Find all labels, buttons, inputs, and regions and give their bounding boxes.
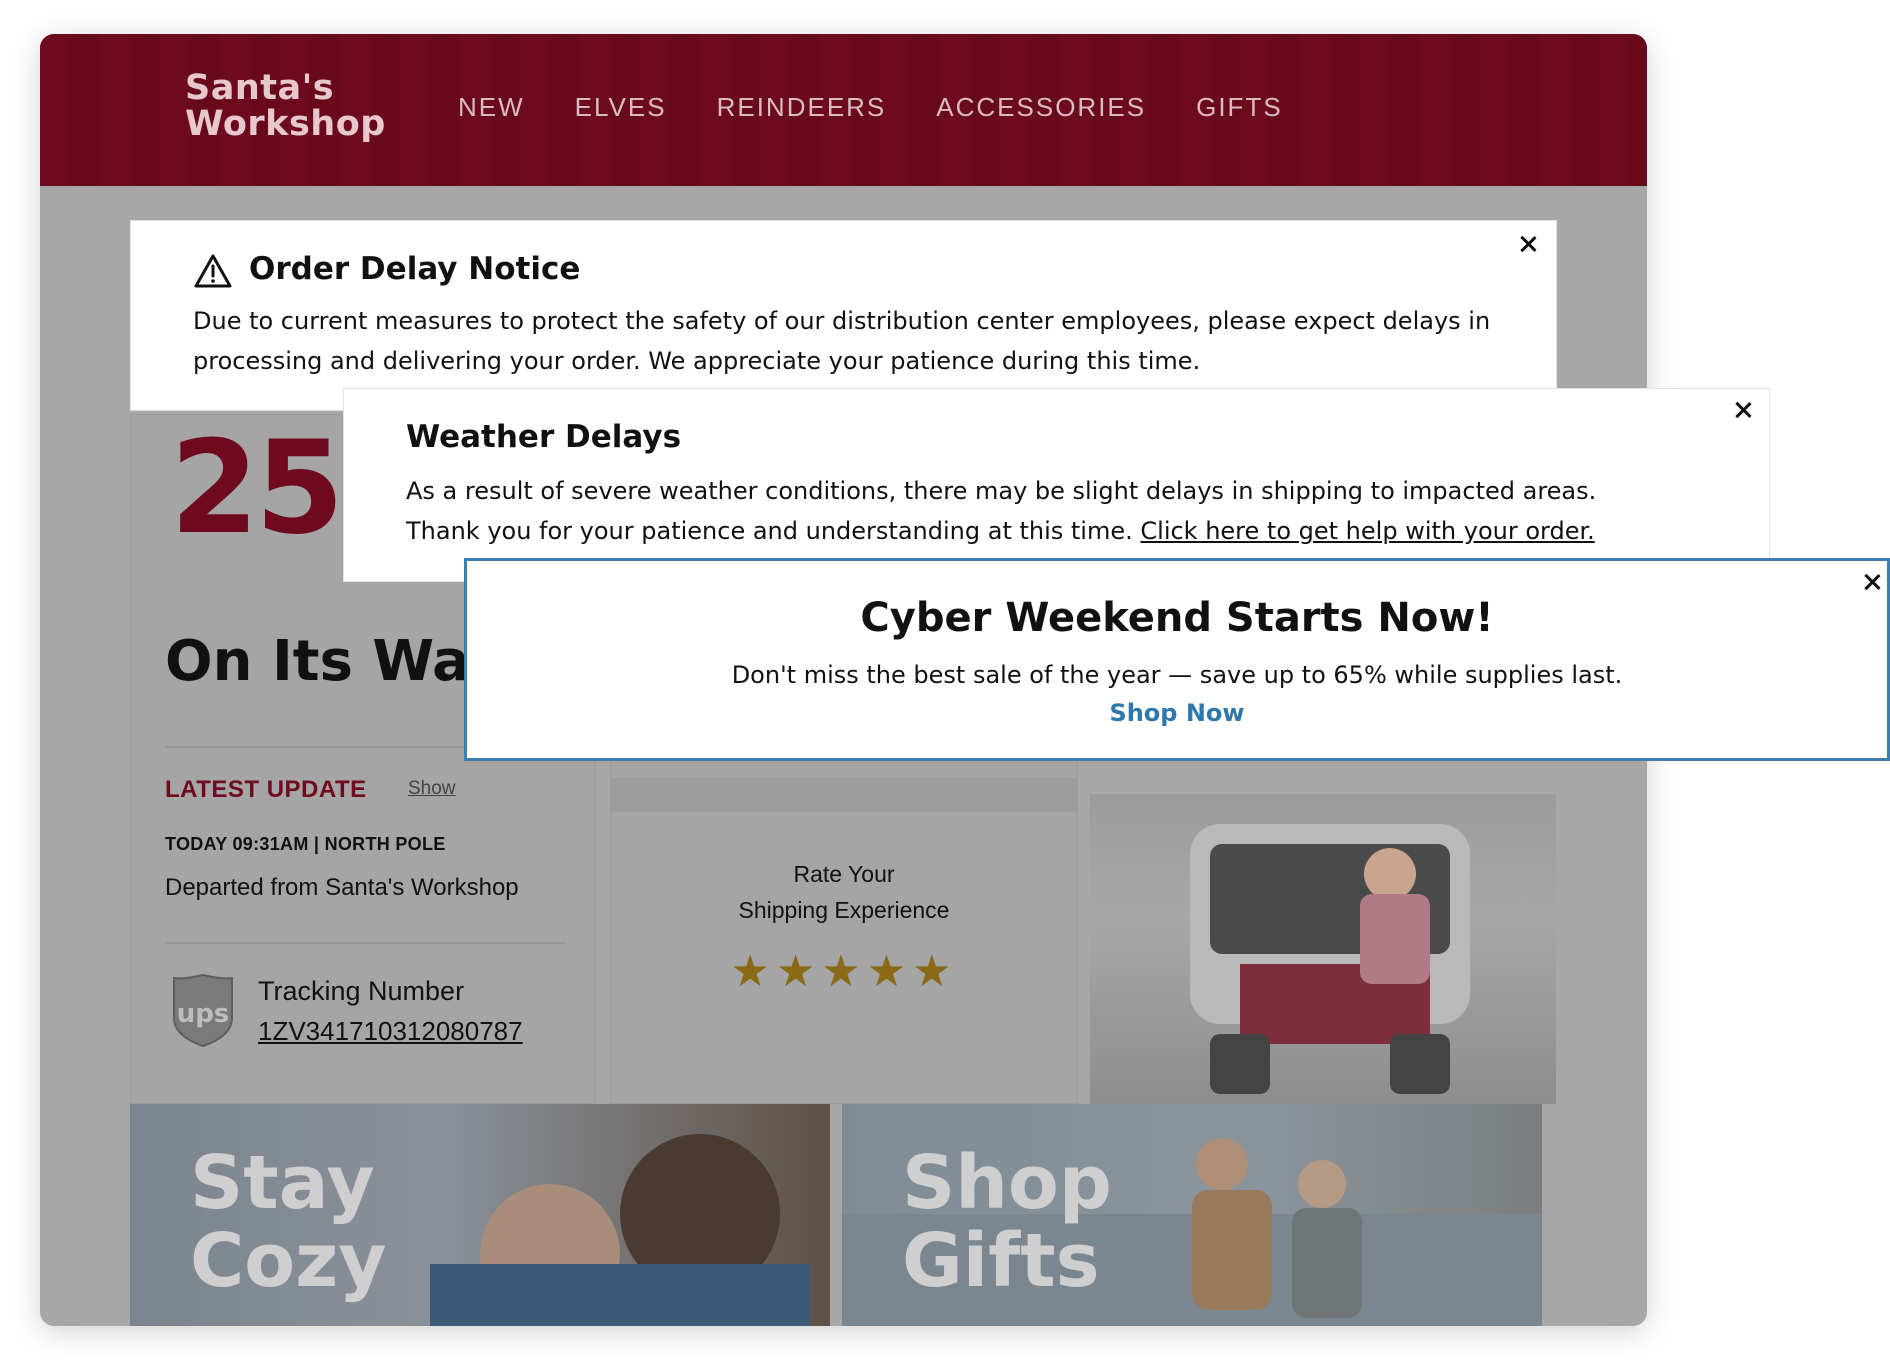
nav-item-new[interactable]: NEW xyxy=(458,92,525,123)
cyber-weekend-title: Cyber Weekend Starts Now! xyxy=(860,595,1494,641)
warning-triangle-icon xyxy=(194,254,232,288)
banner-line: Cozy xyxy=(190,1218,387,1304)
show-more-link[interactable]: Show xyxy=(408,778,456,800)
site-logo[interactable]: Santa's Workshop xyxy=(185,70,386,142)
logo-line-2: Workshop xyxy=(185,104,386,144)
svg-text:ups: ups xyxy=(177,999,230,1029)
banner-line: Shop xyxy=(902,1140,1112,1226)
weather-delays-body: As a result of severe weather conditions… xyxy=(406,471,1746,551)
order-status-heading: On Its Way xyxy=(165,629,505,694)
panel-header-strip xyxy=(610,778,1078,812)
order-delay-title: Order Delay Notice xyxy=(249,251,581,287)
banner-line: Stay xyxy=(190,1140,375,1226)
rate-line-2: Shipping Experience xyxy=(738,897,950,923)
delivery-day-count: 25 xyxy=(170,414,344,563)
weather-body-line-2: Thank you for your patience and understa… xyxy=(406,511,1746,551)
ups-shield-icon: ups xyxy=(173,973,233,1048)
nav-item-gifts[interactable]: GIFTS xyxy=(1196,92,1283,123)
nav-item-accessories[interactable]: ACCESSORIES xyxy=(936,92,1146,123)
order-delay-notice: Order Delay Notice Due to current measur… xyxy=(130,220,1557,411)
order-delay-body: Due to current measures to protect the s… xyxy=(193,307,1491,375)
weather-delays-title: Weather Delays xyxy=(406,419,682,455)
site-header: Santa's Workshop NEW ELVES REINDEERS ACC… xyxy=(40,34,1647,186)
close-icon[interactable] xyxy=(1730,397,1756,423)
close-icon[interactable] xyxy=(1859,569,1885,595)
logo-line-1: Santa's xyxy=(185,68,335,108)
order-help-link[interactable]: Click here to get help with your order. xyxy=(1140,517,1594,545)
update-description: Departed from Santa's Workshop xyxy=(165,874,519,901)
latest-update-label: LATEST UPDATE xyxy=(165,776,367,803)
cyber-weekend-body: Don't miss the best sale of the year — s… xyxy=(731,661,1623,689)
nav-item-elves[interactable]: ELVES xyxy=(575,92,667,123)
stay-cozy-banner[interactable]: Stay Cozy xyxy=(130,1104,830,1326)
shop-now-link[interactable]: Shop Now xyxy=(467,699,1887,727)
rate-line-1: Rate Your xyxy=(793,861,895,887)
weather-body-line-1: As a result of severe weather conditions… xyxy=(406,477,1597,505)
banner-line: Gifts xyxy=(902,1218,1100,1304)
update-timestamp: TODAY 09:31AM | NORTH POLE xyxy=(165,834,446,854)
rate-experience-title: Rate Your Shipping Experience xyxy=(610,856,1078,928)
tracking-number-link[interactable]: 1ZV341710312080787 xyxy=(258,1016,523,1047)
close-icon[interactable] xyxy=(1515,231,1541,257)
winter-car-photo xyxy=(1090,794,1556,1104)
divider xyxy=(165,942,565,944)
star-rating[interactable]: ★★★★★ xyxy=(610,946,1078,997)
cyber-weekend-promo: Cyber Weekend Starts Now! Don't miss the… xyxy=(464,558,1890,761)
shop-gifts-label: Shop Gifts xyxy=(902,1144,1112,1300)
nav-item-reindeers[interactable]: REINDEERS xyxy=(717,92,887,123)
shop-gifts-banner[interactable]: Shop Gifts xyxy=(842,1104,1542,1326)
main-nav: NEW ELVES REINDEERS ACCESSORIES GIFTS xyxy=(458,92,1333,123)
weather-body-text: Thank you for your patience and understa… xyxy=(406,517,1141,545)
tracking-number-label: Tracking Number xyxy=(258,976,465,1006)
weather-delays-notice: Weather Delays As a result of severe wea… xyxy=(343,388,1770,582)
stay-cozy-label: Stay Cozy xyxy=(190,1144,386,1300)
car-illustration xyxy=(1190,824,1470,1094)
